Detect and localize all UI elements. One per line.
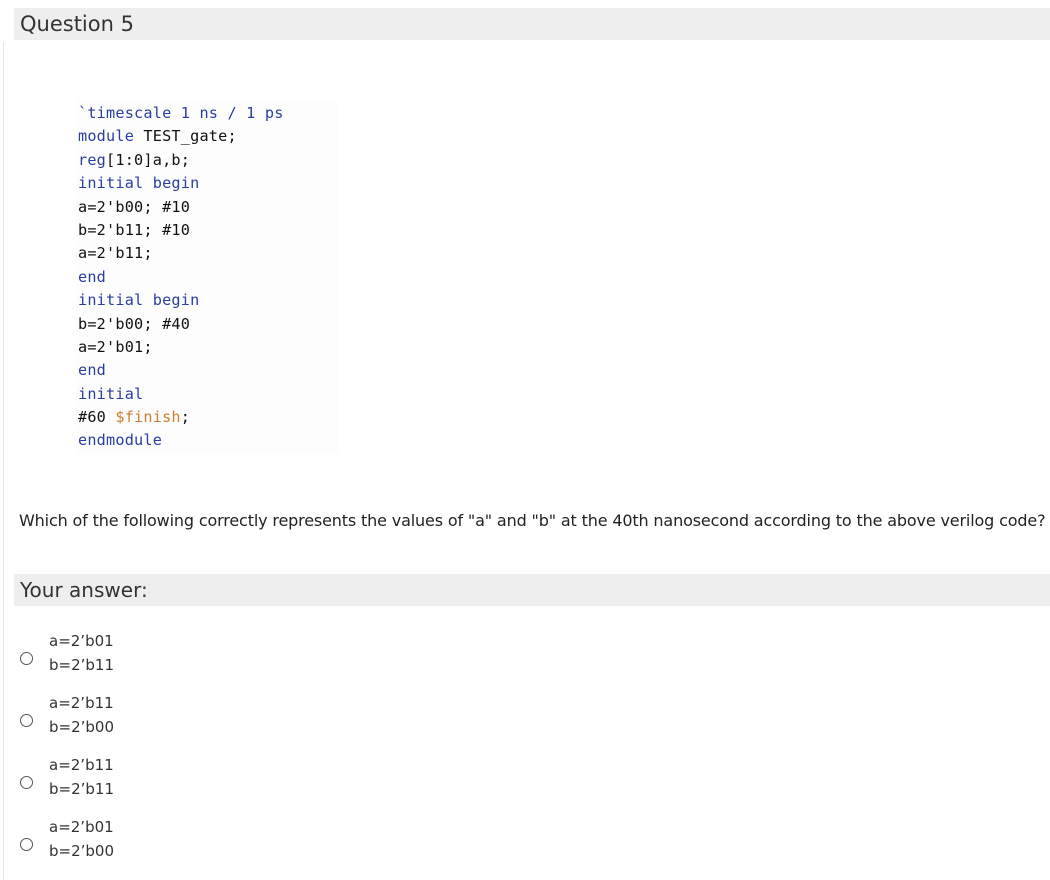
code-token: initial begin: [78, 291, 199, 309]
answer-option-4[interactable]: a=2’b01 b=2’b00: [0, 818, 300, 868]
code-token: a=2'b00; #10: [78, 198, 190, 216]
code-line: initial begin: [78, 289, 338, 312]
code-line: a=2'b01;: [78, 336, 338, 359]
code-line: initial: [78, 383, 338, 406]
answer-option-3[interactable]: a=2’b11 b=2’b11: [0, 756, 300, 806]
code-token: a=2'b11;: [78, 244, 153, 262]
question-title: Question 5: [20, 12, 134, 36]
code-token: initial begin: [78, 174, 199, 192]
code-token: endmodule: [78, 431, 162, 449]
answer-header: Your answer:: [14, 574, 1050, 606]
radio-button[interactable]: [20, 776, 33, 789]
code-token: end: [78, 268, 106, 286]
option-line-b: b=2’b11: [49, 780, 114, 798]
code-token: $finish: [115, 408, 180, 426]
code-line: b=2'b11; #10: [78, 219, 338, 242]
code-line: endmodule: [78, 429, 338, 452]
code-line: a=2'b00; #10: [78, 196, 338, 219]
code-line: `timescale 1 ns / 1 ps: [78, 102, 338, 125]
code-line: b=2'b00; #40: [78, 313, 338, 336]
code-line: end: [78, 359, 338, 382]
code-token: ;: [181, 408, 190, 426]
code-line: module TEST_gate;: [78, 125, 338, 148]
option-line-b: b=2’b00: [49, 842, 114, 860]
answer-option-1[interactable]: a=2’b01 b=2’b11: [0, 632, 300, 682]
code-token: #60: [78, 408, 115, 426]
code-line: reg[1:0]a,b;: [78, 149, 338, 172]
radio-button[interactable]: [20, 838, 33, 851]
code-token: a=2'b01;: [78, 338, 153, 356]
code-line: a=2'b11;: [78, 242, 338, 265]
option-line-b: b=2’b11: [49, 656, 114, 674]
code-token: b=2'b00; #40: [78, 315, 190, 333]
option-line-a: a=2’b11: [49, 694, 114, 712]
code-token: b=2'b11; #10: [78, 221, 190, 239]
question-left-border: [3, 42, 4, 880]
quiz-page: Question 5 `timescale 1 ns / 1 ps module …: [0, 0, 1050, 880]
radio-button[interactable]: [20, 652, 33, 665]
code-line: end: [78, 266, 338, 289]
code-token: `timescale 1 ns / 1 ps: [78, 104, 284, 122]
radio-button[interactable]: [20, 714, 33, 727]
code-line: #60 $finish;: [78, 406, 338, 429]
option-line-a: a=2’b01: [49, 632, 114, 650]
verilog-code-image: `timescale 1 ns / 1 psmodule TEST_gate;r…: [76, 100, 338, 454]
code-token: module: [78, 127, 134, 145]
option-line-a: a=2’b01: [49, 818, 114, 836]
code-line: initial begin: [78, 172, 338, 195]
code-token: initial: [78, 385, 143, 403]
code-token: reg: [78, 151, 106, 169]
option-line-b: b=2’b00: [49, 718, 114, 736]
answer-option-2[interactable]: a=2’b11 b=2’b00: [0, 694, 300, 744]
code-token: [1:0]a,b;: [106, 151, 190, 169]
clipped-link-text[interactable]: [26, 874, 40, 880]
question-prompt: Which of the following correctly represe…: [19, 511, 1045, 530]
answer-header-label: Your answer:: [20, 578, 148, 602]
code-token: end: [78, 361, 106, 379]
option-line-a: a=2’b11: [49, 756, 114, 774]
code-token: TEST_gate;: [134, 127, 237, 145]
question-header: Question 5: [14, 8, 1050, 40]
